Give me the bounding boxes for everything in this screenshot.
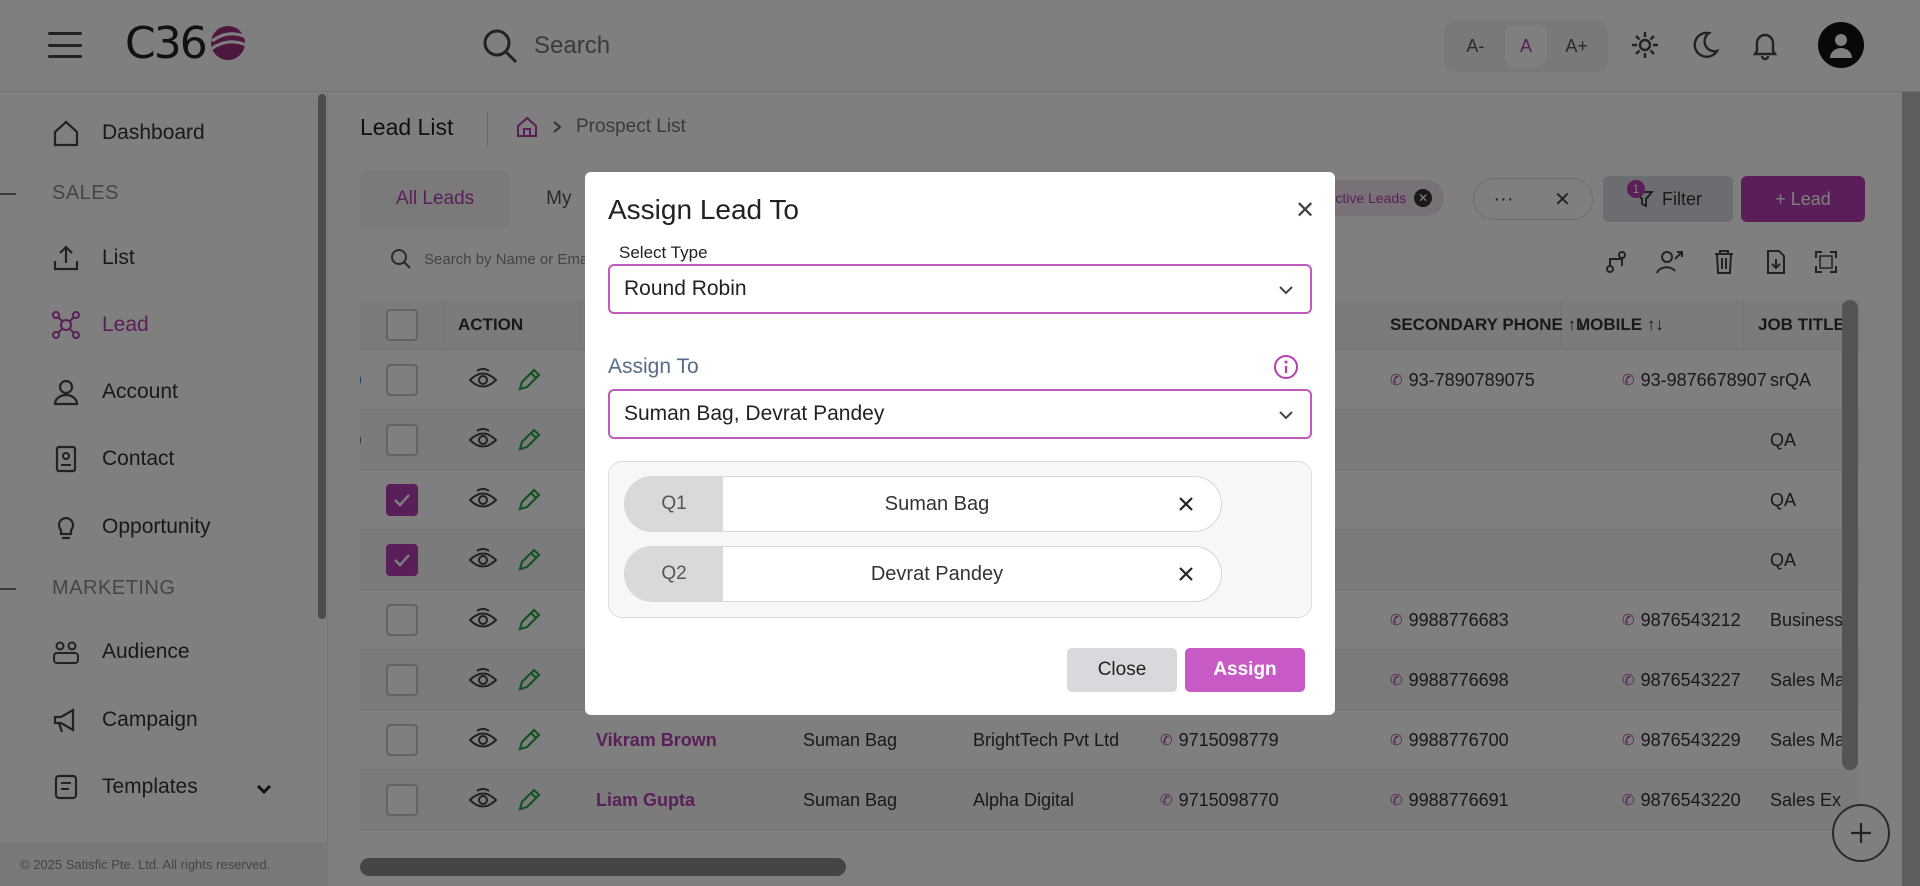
queue-item: Q1 Suman Bag [624,476,1222,532]
queue-label: Q2 [625,547,723,601]
queue-label: Q1 [625,477,723,531]
remove-icon[interactable] [1151,495,1221,513]
modal-title: Assign Lead To [608,194,799,225]
select-type-label: Select Type [619,243,708,262]
chevron-down-icon [1279,286,1293,295]
close-button[interactable]: Close [1067,648,1177,692]
assign-to-dropdown[interactable]: Suman Bag, Devrat Pandey [608,389,1312,439]
queue-user-name: Devrat Pandey [870,562,1004,585]
remove-icon[interactable] [1151,565,1221,583]
select-type-dropdown[interactable]: Round Robin [608,264,1312,314]
select-type-value: Round Robin [624,277,747,300]
assign-to-value: Suman Bag, Devrat Pandey [624,402,885,425]
queue-list: Q1 Suman Bag Q2 Devrat Pandey [608,461,1312,618]
close-icon[interactable]: ✕ [1291,196,1319,224]
queue-item: Q2 Devrat Pandey [624,546,1222,602]
assign-lead-modal: Assign Lead To ✕ Select Type Round Robin… [585,172,1335,715]
queue-user-name: Suman Bag [884,492,990,515]
assign-to-label: Assign To [608,355,699,378]
assign-button[interactable]: Assign [1185,648,1305,692]
chevron-down-icon [1279,411,1293,420]
info-icon[interactable] [1273,354,1299,380]
